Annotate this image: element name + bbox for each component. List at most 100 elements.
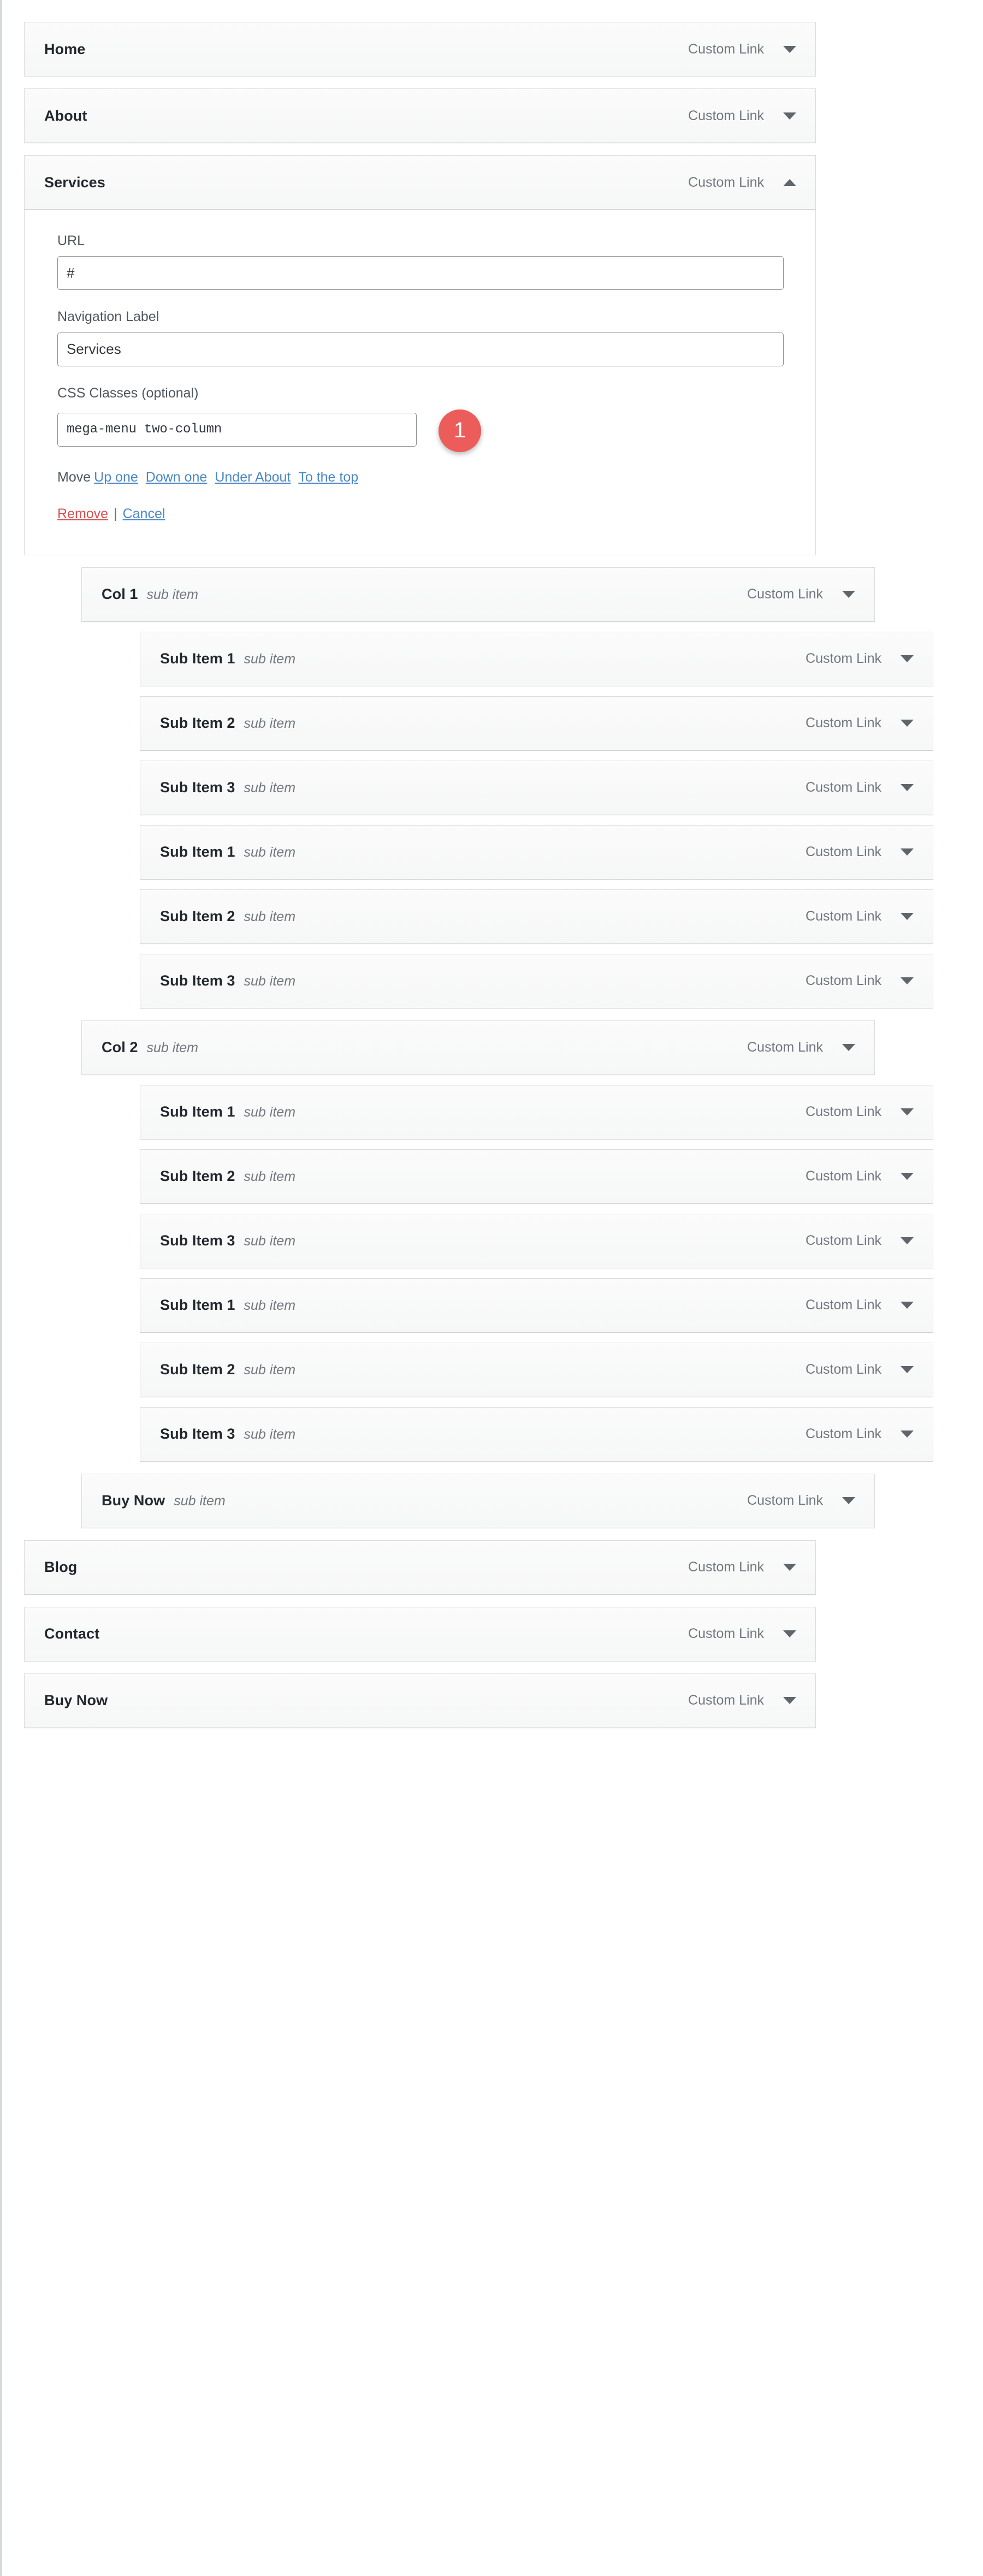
chevron-down-icon[interactable] [900,784,914,792]
chevron-down-icon[interactable] [900,1366,914,1374]
menu-item-type: Custom Link [806,1297,881,1313]
menu-item-row[interactable]: Sub Item 2 sub item Custom Link [140,696,933,751]
chevron-up-icon[interactable] [783,179,797,186]
caret-glyph [901,655,914,663]
menu-item-type: Custom Link [806,844,881,860]
menu-item-row[interactable]: Col 1 sub item Custom Link [81,567,875,622]
move-under-about-link[interactable]: Under About [215,470,291,485]
chevron-down-icon[interactable] [783,45,797,53]
menu-item-meta-group: Custom Link [806,1233,914,1249]
caret-glyph [783,1564,796,1571]
menu-item-label: Sub Item 1 [160,844,235,860]
menu-item-type: Custom Link [747,1040,823,1055]
menu-item-row[interactable]: Sub Item 3 sub item Custom Link [140,953,933,1008]
chevron-down-icon[interactable] [900,1302,914,1309]
menu-item-label: Sub Item 3 [160,972,235,989]
url-input[interactable] [57,256,784,290]
chevron-down-icon[interactable] [900,913,914,921]
cancel-link[interactable]: Cancel [123,506,165,521]
menu-item-meta-group: Custom Link [806,844,914,860]
menu-item-meta-group: Custom Link [806,909,914,924]
chevron-down-icon[interactable] [900,1431,914,1438]
nav-label-label: Navigation Label [57,309,159,325]
menu-item-row[interactable]: Home Custom Link [24,22,816,76]
menu-item-row[interactable]: Sub Item 2 sub item Custom Link [140,889,933,944]
chevron-down-icon[interactable] [900,1237,914,1245]
chevron-down-icon[interactable] [842,1497,856,1505]
menu-item-meta-group: Custom Link [806,973,914,989]
chevron-down-icon[interactable] [842,1044,856,1052]
menu-item-row[interactable]: Sub Item 1 sub item Custom Link [140,824,933,880]
menu-item-label: Sub Item 2 [160,1168,235,1185]
menu-item-row[interactable]: About Custom Link [24,88,816,143]
move-up-one-link[interactable]: Up one [94,470,138,485]
chevron-down-icon[interactable] [900,655,914,663]
menu-item-sub-label: sub item [244,1169,296,1185]
menu-item-row[interactable]: Buy Now Custom Link [24,1673,816,1728]
chevron-down-icon[interactable] [783,112,797,120]
menu-item-sub-label: sub item [244,845,296,860]
chevron-down-icon[interactable] [900,977,914,985]
menu-item-sub-label: sub item [244,909,296,925]
menu-item-row[interactable]: Contact Custom Link [24,1606,816,1661]
menu-item-row[interactable]: Blog Custom Link [24,1540,816,1595]
move-down-one-link[interactable]: Down one [146,470,208,485]
menu-item-label: Sub Item 2 [160,1361,235,1378]
menu-item-label: Buy Now [44,1692,108,1709]
caret-glyph [901,784,914,792]
caret-glyph [842,591,855,598]
chevron-down-icon[interactable] [900,720,914,727]
menu-item-sub-label: sub item [244,1362,296,1378]
menu-item-title-group: About [44,108,87,124]
css-classes-input[interactable] [57,412,417,447]
menu-item-sub-label: sub item [244,974,296,989]
url-field-block: URL [57,233,784,290]
chevron-down-icon[interactable] [900,1108,914,1116]
menu-item-label: Sub Item 2 [160,715,235,732]
menu-item-title-group: Sub Item 1 sub item [160,650,295,667]
menu-item-title-group: Sub Item 1 sub item [160,1297,295,1314]
chevron-down-icon[interactable] [783,1697,797,1705]
menu-item-type: Custom Link [688,41,764,57]
menu-item-row[interactable]: Sub Item 3 sub item Custom Link [140,1406,933,1462]
menu-item-meta-group: Custom Link [747,1040,856,1055]
menu-item-meta-group: Custom Link [806,1104,914,1120]
menu-item-row[interactable]: Sub Item 2 sub item Custom Link [140,1149,933,1204]
menu-item-row[interactable]: Col 2 sub item Custom Link [81,1020,875,1075]
chevron-down-icon[interactable] [900,848,914,856]
move-to-the-top-link[interactable]: To the top [298,470,358,485]
menu-item-meta-group: Custom Link [688,1626,797,1642]
caret-glyph [901,1366,914,1374]
menu-item-type: Custom Link [806,1104,881,1120]
chevron-down-icon[interactable] [783,1630,797,1638]
caret-glyph [901,848,914,856]
menu-item-edit-panel: URL Navigation Label CSS Classes (option… [24,210,816,555]
caret-glyph [842,1044,855,1052]
menu-item-row[interactable]: Sub Item 1 sub item Custom Link [140,1084,933,1139]
chevron-down-icon[interactable] [783,1564,797,1571]
menu-item-row[interactable]: Sub Item 2 sub item Custom Link [140,1342,933,1397]
menu-item-row[interactable]: Sub Item 1 sub item Custom Link [140,631,933,686]
menu-item-sub-label: sub item [244,1427,296,1443]
menu-item-sub-label: sub item [146,587,198,603]
menu-item-row[interactable]: Buy Now sub item Custom Link [81,1473,875,1528]
menu-item-sub-label: sub item [244,780,296,796]
nav-label-input[interactable] [57,332,784,366]
menu-item-row[interactable]: Sub Item 1 sub item Custom Link [140,1278,933,1333]
menu-item-row[interactable]: Services Custom Link [24,155,816,210]
menu-item-meta-group: Custom Link [806,715,914,731]
menu-item-meta-group: Custom Link [806,1168,914,1184]
css-classes-field-block: CSS Classes (optional) 1 [57,385,783,452]
remove-link[interactable]: Remove [57,506,108,521]
menu-item-row[interactable]: Sub Item 3 sub item Custom Link [140,1213,933,1268]
chevron-down-icon[interactable] [842,591,856,598]
menu-item-row[interactable]: Sub Item 3 sub item Custom Link [140,760,933,815]
caret-glyph [901,1173,914,1180]
menu-item-label: Sub Item 2 [160,908,235,925]
menu-item-type: Custom Link [688,108,764,123]
chevron-down-icon[interactable] [900,1173,914,1180]
move-links-row: Move Up one Down one Under About To the top [57,470,783,485]
menu-item-title-group: Sub Item 3 sub item [160,972,295,989]
caret-glyph [901,1431,914,1438]
nav-label-field-block: Navigation Label [57,308,784,366]
